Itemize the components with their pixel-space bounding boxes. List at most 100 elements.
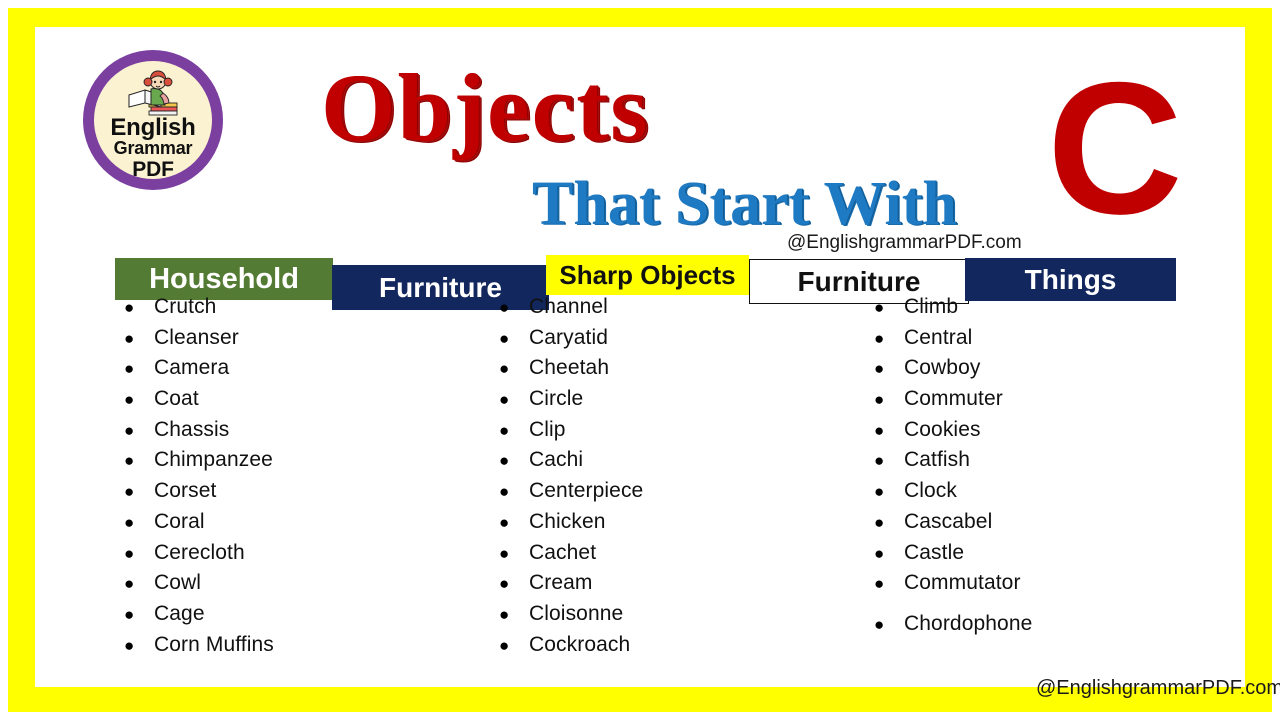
word-label: Catfish — [904, 448, 971, 472]
list-item: ● Cockroach — [495, 633, 825, 664]
list-item: ● Central — [870, 326, 1200, 357]
bullet-icon: ● — [124, 635, 135, 655]
logo-face: English Grammar PDF — [94, 61, 212, 179]
bullet-icon: ● — [874, 482, 885, 502]
word-label: Centerpiece — [529, 479, 644, 503]
word-label: Central — [904, 325, 973, 349]
word-label: Cookies — [904, 417, 981, 441]
list-item: ● Cheetah — [495, 356, 825, 387]
bullet-icon: ● — [124, 451, 135, 471]
bullet-icon: ● — [499, 604, 510, 624]
word-label: Cockroach — [529, 632, 631, 656]
bullet-icon: ● — [124, 512, 135, 532]
bullet-icon: ● — [124, 359, 135, 379]
word-label: Caryatid — [529, 325, 608, 349]
word-column-3: ● Climb ● Central ● Cowboy ● Commuter ● Cookies ● C… — [870, 295, 1200, 643]
word-label: Cerecloth — [154, 540, 245, 564]
banner-label: Things — [1024, 263, 1117, 295]
bullet-icon: ● — [499, 390, 510, 410]
word-column-1: ● Crutch ● Cleanser ● Camera ● Coat ● Chassis ● Chi… — [120, 295, 450, 663]
banner-label: Furniture — [797, 265, 921, 297]
list-item: ● Clock — [870, 479, 1200, 510]
list-item: ● Commuter — [870, 387, 1200, 418]
word-column-2: ● Channel ● Caryatid ● Cheetah ● Circle ● Clip ● Ca… — [495, 295, 825, 663]
word-label: Chicken — [529, 509, 606, 533]
bullet-icon: ● — [124, 574, 135, 594]
list-item: ● Castle — [870, 541, 1200, 572]
word-label: Cream — [529, 571, 593, 595]
list-item: ● Commutator — [870, 571, 1200, 602]
poster: English Grammar PDF Objects That Start W… — [0, 0, 1280, 720]
word-label: Coral — [154, 509, 205, 533]
watermark-top: @EnglishgrammarPDF.com — [787, 232, 1022, 253]
list-item: ● Crutch — [120, 295, 450, 326]
bullet-icon: ● — [874, 543, 885, 563]
word-label: Chimpanzee — [154, 448, 273, 472]
word-label: Cascabel — [904, 509, 993, 533]
bullet-icon: ● — [874, 451, 885, 471]
list-item: ● Chimpanzee — [120, 448, 450, 479]
page-subtitle: That Start With — [532, 170, 957, 238]
watermark-bottom: @EnglishgrammarPDF.com — [1036, 677, 1280, 699]
list-item: ● Camera — [120, 356, 450, 387]
list-item: ● Channel — [495, 295, 825, 326]
poster-canvas: English Grammar PDF Objects That Start W… — [35, 27, 1280, 699]
bullet-icon: ● — [124, 390, 135, 410]
word-label: Cowl — [154, 571, 202, 595]
word-label: Cloisonne — [529, 601, 624, 625]
page-title: Objects — [321, 54, 650, 161]
word-label: Cage — [154, 601, 205, 625]
list-item: ● Cookies — [870, 418, 1200, 449]
list-item: ● Corn Muffins — [120, 633, 450, 664]
list-item: ● Chicken — [495, 510, 825, 541]
word-label: Coat — [154, 387, 199, 411]
bullet-icon: ● — [499, 574, 510, 594]
word-label: Commutator — [904, 571, 1021, 595]
bullet-icon: ● — [874, 328, 885, 348]
letter-badge: C — [1047, 43, 1183, 253]
bullet-icon: ● — [124, 604, 135, 624]
bullet-icon: ● — [874, 420, 885, 440]
list-item: ● Cachi — [495, 448, 825, 479]
list-item: ● Cleanser — [120, 326, 450, 357]
list-item: ● Cowl — [120, 571, 450, 602]
bullet-icon: ● — [124, 420, 135, 440]
bullet-icon: ● — [874, 298, 885, 317]
list-item: ● Coral — [120, 510, 450, 541]
word-label: Clock — [904, 479, 958, 503]
list-item: ● Circle — [495, 387, 825, 418]
bullet-icon: ● — [124, 543, 135, 563]
list-item: ● Corset — [120, 479, 450, 510]
banner-label: Household — [149, 262, 299, 295]
bullet-icon: ● — [499, 482, 510, 502]
list-item: ● Cage — [120, 602, 450, 633]
bullet-icon: ● — [124, 298, 135, 317]
list-item: ● Climb — [870, 295, 1200, 326]
bullet-icon: ● — [874, 512, 885, 532]
bullet-icon: ● — [499, 512, 510, 532]
bullet-icon: ● — [124, 328, 135, 348]
word-label: Cachet — [529, 540, 597, 564]
word-label: Chassis — [154, 417, 230, 441]
list-item: ● Cachet — [495, 541, 825, 572]
word-columns: ● Crutch ● Cleanser ● Camera ● Coat ● Chassis ● Chi… — [80, 295, 1210, 675]
word-label: Circle — [529, 387, 584, 411]
list-item: ● Coat — [120, 387, 450, 418]
list-item: ● Chordophone — [870, 612, 1200, 643]
category-banner-sharp-objects: Sharp Objects — [546, 255, 749, 295]
bullet-icon: ● — [499, 420, 510, 440]
word-label: Cleanser — [154, 325, 239, 349]
list-item: ● Clip — [495, 418, 825, 449]
list-item: ● Cream — [495, 571, 825, 602]
word-label: Cowboy — [904, 356, 981, 380]
word-label: Castle — [904, 540, 965, 564]
word-label: Cheetah — [529, 356, 610, 380]
word-label: Channel — [529, 295, 608, 318]
list-item: ● Cerecloth — [120, 541, 450, 572]
bullet-icon: ● — [874, 614, 885, 634]
list-item: ● Centerpiece — [495, 479, 825, 510]
word-label: Cachi — [529, 448, 584, 472]
word-label: Camera — [154, 356, 230, 380]
bullet-icon: ● — [499, 451, 510, 471]
word-label: Clip — [529, 417, 566, 441]
